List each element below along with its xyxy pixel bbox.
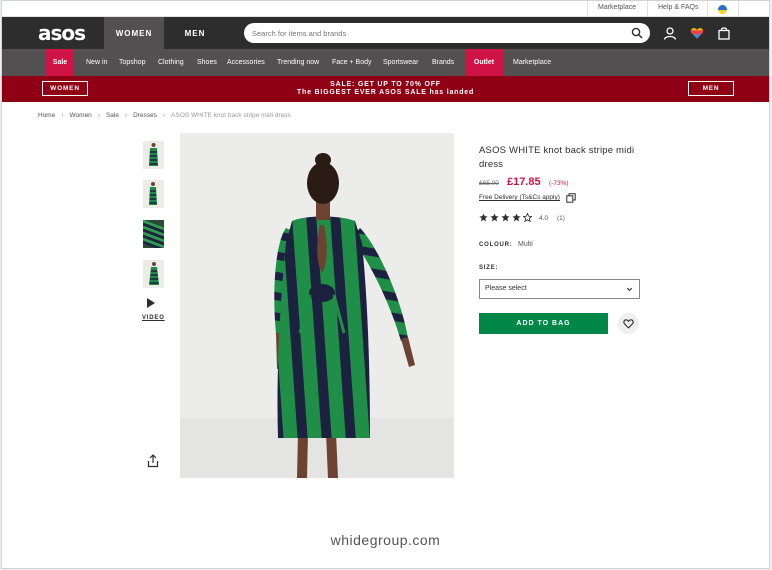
product-thumbnail[interactable] xyxy=(143,220,164,248)
sale-banner[interactable]: WOMEN SALE: GET UP TO 70% OFF The BIGGES… xyxy=(2,76,769,102)
asos-logo[interactable]: asos xyxy=(38,21,86,45)
nav-item-brands[interactable]: Brands xyxy=(432,49,454,76)
product-thumbnail[interactable] xyxy=(143,260,164,288)
utility-divider xyxy=(587,1,588,17)
breadcrumb-home[interactable]: Home xyxy=(38,112,55,119)
banner-subline: The BIGGEST EVER ASOS SALE has landed xyxy=(296,89,475,96)
play-icon[interactable] xyxy=(147,298,155,308)
breadcrumb-chevron: › xyxy=(163,112,166,119)
nav-item-clothing[interactable]: Clothing xyxy=(158,49,184,76)
rating-stars[interactable] xyxy=(479,213,532,222)
nav-item-shoes[interactable]: Shoes xyxy=(197,49,217,76)
saved-items-heart-icon[interactable] xyxy=(690,26,704,40)
nav-item-new-in[interactable]: New in xyxy=(86,49,107,76)
was-price: £65.00 xyxy=(479,180,499,187)
breadcrumb-chevron: › xyxy=(97,112,100,119)
breadcrumb-chevron: › xyxy=(61,112,64,119)
breadcrumb-chevron: › xyxy=(124,112,128,119)
nav-item-topshop[interactable]: Topshop xyxy=(119,49,145,76)
utility-bar: Marketplace Help & FAQs xyxy=(2,1,769,17)
utility-divider xyxy=(707,1,708,17)
star-filled-icon xyxy=(490,213,499,222)
breadcrumb-current: ASOS WHITE knot back stripe midi dress xyxy=(171,112,291,119)
header: asos WOMEN MEN xyxy=(2,17,769,49)
product-thumbnail[interactable] xyxy=(143,141,164,169)
women-tab[interactable]: WOMEN xyxy=(104,17,164,49)
main-product-image[interactable] xyxy=(180,133,454,478)
account-icon[interactable] xyxy=(663,26,677,40)
ukraine-flag-icon[interactable] xyxy=(718,5,727,14)
video-link[interactable]: VIDEO xyxy=(142,315,165,321)
nav-item-face-body[interactable]: Face + Body xyxy=(332,49,372,76)
share-icon[interactable] xyxy=(147,454,159,468)
size-select-value: Please select xyxy=(485,285,527,292)
free-delivery-link[interactable]: Free Delivery (Ts&Cs apply) xyxy=(479,194,560,201)
breadcrumb-sale[interactable]: Sale xyxy=(106,112,119,119)
search-icon[interactable] xyxy=(631,27,643,39)
search-bar xyxy=(244,23,650,43)
men-tab[interactable]: MEN xyxy=(165,17,225,49)
marketplace-link[interactable]: Marketplace xyxy=(598,4,636,11)
product-photo xyxy=(180,133,454,478)
product-thumbnail[interactable] xyxy=(143,180,164,208)
star-empty-icon xyxy=(523,213,532,222)
search-input[interactable] xyxy=(252,26,622,40)
utility-divider xyxy=(738,1,739,17)
nav-item-accessories[interactable]: Accessories xyxy=(227,49,265,76)
product-title: ASOS WHITE knot back stripe midi dress xyxy=(479,145,635,170)
save-for-later-button[interactable] xyxy=(618,313,639,334)
colour-label: COLOUR: xyxy=(479,242,513,248)
utility-divider xyxy=(647,1,648,17)
nav-item-outlet[interactable]: Outlet xyxy=(465,49,503,76)
star-filled-icon xyxy=(512,213,521,222)
banner-men-button[interactable]: MEN xyxy=(688,81,734,96)
breadcrumb-women[interactable]: Women xyxy=(70,112,92,119)
nav-item-sale[interactable]: Sale xyxy=(46,49,74,76)
category-nav: Sale New in Topshop Clothing Shoes Acces… xyxy=(2,49,769,76)
rating-value: 4.0 xyxy=(539,215,549,222)
info-popup-icon[interactable] xyxy=(566,193,576,203)
breadcrumb: Home › Women › Sale › Dresses › ASOS WHITE knot … xyxy=(38,112,291,119)
discount-percentage: (-73%) xyxy=(549,180,569,187)
heart-icon xyxy=(623,319,634,329)
nav-item-trending-now[interactable]: Trending now xyxy=(277,49,319,76)
sale-price: £17.85 xyxy=(507,176,541,188)
star-filled-icon xyxy=(479,213,488,222)
star-filled-icon xyxy=(501,213,510,222)
chevron-down-icon xyxy=(626,287,633,292)
review-count[interactable]: (1) xyxy=(557,215,565,222)
size-label: SIZE: xyxy=(479,265,499,271)
colour-value: Multi xyxy=(518,241,533,248)
breadcrumb-dresses[interactable]: Dresses xyxy=(133,112,157,119)
banner-headline: SALE: GET UP TO 70% OFF xyxy=(330,81,441,88)
nav-item-sportswear[interactable]: Sportswear xyxy=(383,49,418,76)
watermark: whidegroup.com xyxy=(330,532,441,548)
bag-icon[interactable] xyxy=(717,26,731,40)
add-to-bag-button[interactable]: ADD TO BAG xyxy=(479,313,608,334)
page: Marketplace Help & FAQs asos WOMEN MEN S… xyxy=(1,0,770,569)
help-faqs-link[interactable]: Help & FAQs xyxy=(658,4,698,11)
nav-item-marketplace[interactable]: Marketplace xyxy=(513,49,551,76)
size-select[interactable]: Please select xyxy=(479,279,640,299)
